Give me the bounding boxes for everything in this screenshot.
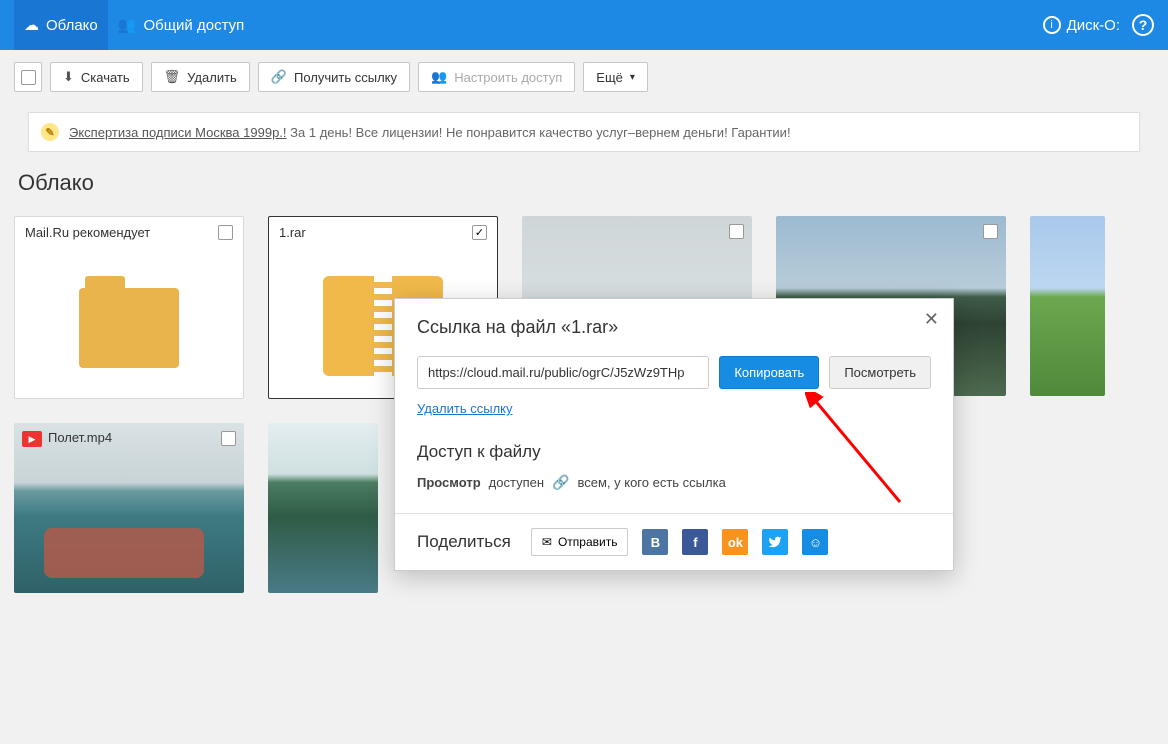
delete-button[interactable]: 🗑 Удалить <box>151 62 250 92</box>
cloud-icon: ☁ <box>24 16 39 34</box>
mail-icon: ✉ <box>542 535 552 549</box>
disk-o-icon: i <box>1043 16 1061 34</box>
tile-title: Полет.mp4 <box>48 430 112 445</box>
view-button[interactable]: Посмотреть <box>829 356 931 389</box>
share-ok-button[interactable]: ok <box>722 529 748 555</box>
close-button[interactable]: ✕ <box>924 309 939 330</box>
trash-icon: 🗑 <box>164 69 181 85</box>
delete-label: Удалить <box>187 70 237 85</box>
ad-text: За 1 день! Все лицензии! Не понравится к… <box>290 125 790 140</box>
share-facebook-button[interactable]: f <box>682 529 708 555</box>
help-button[interactable]: ? <box>1132 14 1154 36</box>
tile-checkbox[interactable] <box>218 225 233 240</box>
tile-title: Mail.Ru рекомендует <box>25 225 150 240</box>
tile-video-polyet[interactable]: ▶ Полет.mp4 <box>14 423 244 593</box>
download-button[interactable]: ⬇ Скачать <box>50 62 143 92</box>
share-vk-button[interactable]: B <box>642 529 668 555</box>
copy-button[interactable]: Копировать <box>719 356 819 389</box>
chevron-down-icon: ▾ <box>630 72 635 83</box>
more-button[interactable]: Ещё ▾ <box>583 62 648 92</box>
share-twitter-button[interactable] <box>762 529 788 555</box>
folder-icon <box>79 288 179 368</box>
disk-o-label: Диск-О: <box>1067 17 1120 34</box>
video-icon: ▶ <box>22 431 42 447</box>
nav-cloud[interactable]: ☁ Облако <box>14 0 108 50</box>
access-who: всем, у кого есть ссылка <box>577 475 725 490</box>
access-state-label: Просмотр <box>417 475 481 490</box>
nav-cloud-label: Облако <box>46 17 98 34</box>
tile-folder-recommend[interactable]: Mail.Ru рекомендует <box>14 216 244 399</box>
share-link-input[interactable] <box>417 356 709 389</box>
share-link-modal: ✕ Ссылка на файл «1.rar» Копировать Посм… <box>394 298 954 571</box>
delete-link[interactable]: Удалить ссылку <box>417 401 513 416</box>
access-heading: Доступ к файлу <box>417 442 931 462</box>
send-button[interactable]: ✉ Отправить <box>531 528 629 556</box>
ad-banner[interactable]: ✎ Экспертиза подписи Москва 1999р.! За 1… <box>28 112 1140 152</box>
tile-photo-4[interactable] <box>268 423 378 593</box>
get-link-label: Получить ссылку <box>294 70 397 85</box>
tile-checkbox[interactable] <box>221 431 236 446</box>
ad-link[interactable]: Экспертиза подписи Москва 1999р.! <box>69 125 287 140</box>
people-icon: 👥 <box>118 16 137 34</box>
share-heading: Поделиться <box>417 532 511 552</box>
tile-photo-3[interactable] <box>1030 216 1105 396</box>
download-label: Скачать <box>81 70 130 85</box>
tile-checkbox[interactable] <box>729 224 744 239</box>
tile-checkbox[interactable] <box>983 224 998 239</box>
more-label: Ещё <box>596 70 623 85</box>
select-all-checkbox[interactable] <box>14 62 42 92</box>
twitter-icon <box>768 535 782 549</box>
access-state-value: доступен <box>489 475 544 490</box>
disk-o-link[interactable]: i Диск-О: <box>1043 16 1120 34</box>
breadcrumb: Облако <box>14 152 1154 216</box>
get-link-button[interactable]: 🔗 Получить ссылку <box>258 62 410 92</box>
configure-access-label: Настроить доступ <box>454 70 562 85</box>
send-label: Отправить <box>558 535 618 549</box>
tile-title: 1.rar <box>279 225 306 240</box>
link-icon: 🔗 <box>552 474 569 491</box>
configure-access-button[interactable]: 👥 Настроить доступ <box>418 62 575 92</box>
nav-shared-label: Общий доступ <box>143 17 244 34</box>
nav-shared[interactable]: 👥 Общий доступ <box>108 0 254 50</box>
ad-badge-icon: ✎ <box>41 123 59 141</box>
modal-title: Ссылка на файл «1.rar» <box>417 317 931 338</box>
share-mymail-button[interactable]: ☺ <box>802 529 828 555</box>
link-icon: 🔗 <box>271 69 287 85</box>
download-icon: ⬇ <box>63 69 74 85</box>
tile-checkbox[interactable] <box>472 225 487 240</box>
people-icon: 👥 <box>431 69 447 85</box>
